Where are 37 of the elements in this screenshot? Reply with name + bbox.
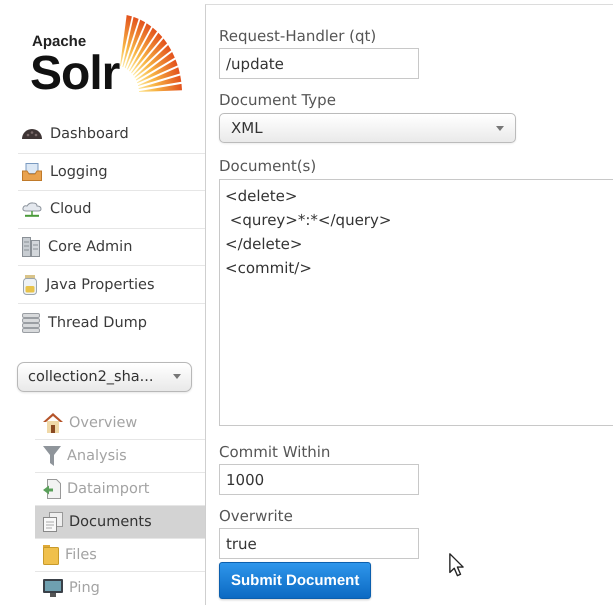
textarea-field[interactable]: <delete> <qurey>*:*</query> </delete> <commit/> — [219, 179, 613, 426]
document-arrow-icon — [43, 478, 61, 499]
mouse-pointer-icon — [449, 553, 464, 577]
logo-title: Solr — [30, 54, 120, 94]
nav-item[interactable]: Logging — [18, 154, 205, 192]
inbox-tray-icon — [22, 162, 42, 181]
cloud-icon — [22, 202, 42, 217]
logo-subtitle: Apache — [32, 34, 88, 50]
monitor-icon — [43, 579, 63, 598]
jar-icon — [22, 274, 38, 295]
field-label: Overwrite — [219, 507, 293, 525]
nav-item[interactable]: Core Admin — [18, 228, 205, 266]
caret-icon — [496, 126, 504, 130]
sunburst-icon — [120, 15, 182, 92]
text-input-field[interactable]: true — [219, 528, 419, 559]
funnel-icon — [43, 446, 61, 466]
nav-item[interactable]: Thread Dump — [18, 304, 205, 342]
folder-icon — [43, 544, 59, 565]
dropdown-select[interactable]: XML — [219, 113, 516, 143]
core-selector-dropdown[interactable]: collection2_sha... — [17, 362, 192, 392]
dome-icon — [22, 129, 42, 140]
field-label: Document Type — [219, 91, 336, 109]
caret-icon — [173, 374, 181, 380]
submit-button[interactable]: Submit Document — [219, 562, 372, 599]
documents-icon — [43, 512, 63, 532]
core-menu-item[interactable]: Documents — [35, 506, 205, 539]
text-input-field[interactable]: 1000 — [219, 464, 419, 495]
stacked-layers-icon — [22, 312, 40, 333]
nav-item[interactable]: Cloud — [18, 191, 205, 229]
house-icon — [43, 412, 63, 433]
field-label: Document(s) — [219, 157, 318, 175]
nav-item[interactable]: Java Properties — [18, 266, 205, 304]
nav-item[interactable]: Dashboard — [18, 116, 205, 154]
field-label: Request-Handler (qt) — [219, 27, 376, 45]
field-label: Commit Within — [219, 443, 330, 461]
server-rack-icon — [22, 237, 40, 258]
text-input-field[interactable]: /update — [219, 48, 419, 79]
